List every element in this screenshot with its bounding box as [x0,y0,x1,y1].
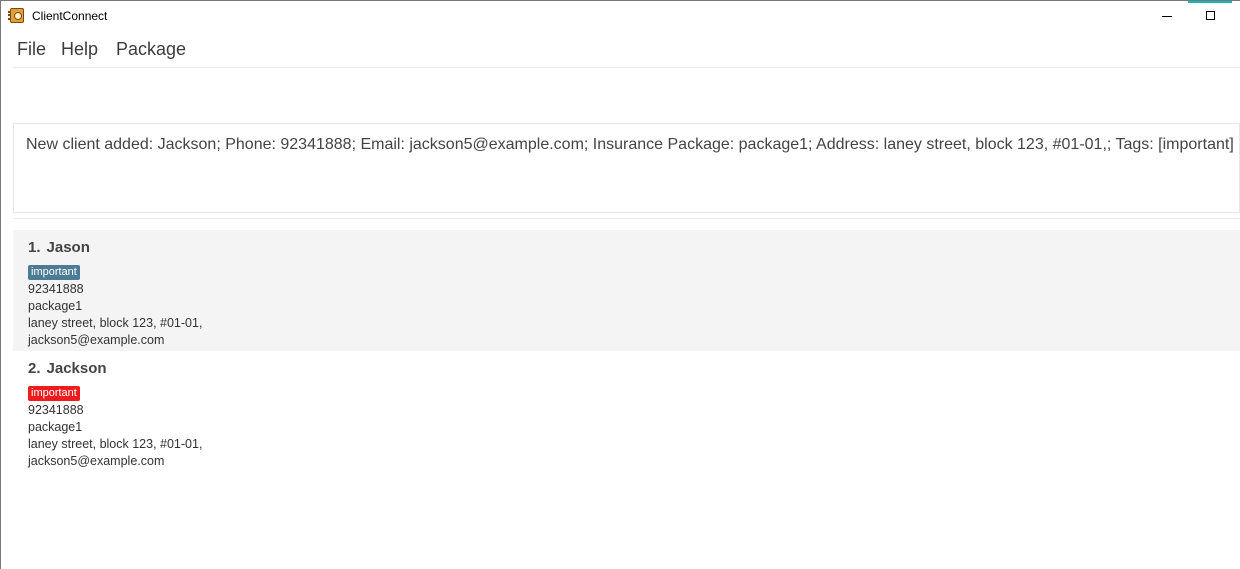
client-address: laney street, block 123, #01-01, [28,316,203,330]
titlebar-accent [1188,1,1232,3]
client-name: Jackson [46,360,107,377]
client-name: Jason [46,239,90,256]
menu-divider [13,67,1240,68]
address-book-icon [8,8,24,23]
client-index: 2. [28,360,41,377]
client-card[interactable]: 1. Jason important 92341888 package1 lane… [13,230,1240,351]
result-message: New client added: Jackson; Phone: 923418… [26,136,1234,153]
client-phone: 92341888 [28,403,84,417]
window-title: ClientConnect [32,9,108,23]
maximize-button[interactable] [1201,7,1223,25]
client-tag: important [28,265,80,280]
menu-help[interactable]: Help [61,39,98,60]
client-index: 1. [28,239,41,256]
client-tag: important [28,386,80,401]
app-window: ClientConnect File Help Package New clie… [0,0,1240,569]
minimize-button[interactable] [1156,7,1178,25]
client-name-row: 2. Jackson [28,360,1240,377]
client-package: package1 [28,299,83,313]
result-display[interactable]: New client added: Jackson; Phone: 923418… [13,123,1240,213]
command-input[interactable] [13,69,1240,117]
menu-package[interactable]: Package [116,39,186,60]
client-phone: 92341888 [28,282,84,296]
client-list: 1. Jason important 92341888 package1 lane… [13,230,1240,472]
title-bar: ClientConnect [1,1,1240,31]
result-divider [13,218,1240,219]
client-email: jackson5@example.com [28,333,165,347]
menu-file[interactable]: File [17,39,46,60]
client-name-row: 1. Jason [28,239,1240,256]
client-card[interactable]: 2. Jackson important 92341888 package1 la… [13,351,1240,472]
client-package: package1 [28,420,83,434]
client-email: jackson5@example.com [28,454,165,468]
client-address: laney street, block 123, #01-01, [28,437,203,451]
menu-bar: File Help Package [1,31,1240,67]
